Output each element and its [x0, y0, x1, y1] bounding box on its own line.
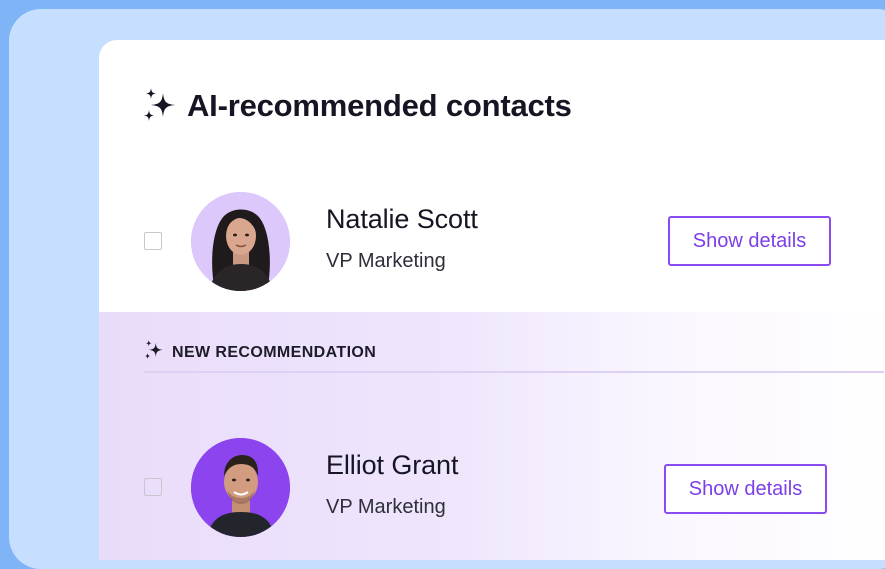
recommendation-label-text: NEW RECOMMENDATION: [172, 344, 377, 361]
avatar: [191, 438, 290, 537]
show-details-button[interactable]: Show details: [664, 464, 827, 514]
show-details-button[interactable]: Show details: [668, 216, 831, 266]
contact-role: VP Marketing: [326, 250, 446, 272]
contacts-card: AI-recommended contacts Natalie Scott VP…: [99, 40, 885, 560]
contact-name: Elliot Grant: [326, 450, 459, 480]
new-recommendation-section: NEW RECOMMENDATION Elliot Grant VP Marke…: [99, 312, 885, 560]
contact-row: Elliot Grant VP Marketing Show details: [99, 390, 885, 537]
avatar: [191, 192, 290, 291]
contact-select-checkbox[interactable]: [144, 478, 162, 496]
contact-row: Natalie Scott VP Marketing Show details: [99, 190, 885, 300]
sparkle-icon: [144, 340, 164, 366]
card-title: AI-recommended contacts: [187, 88, 572, 123]
recommendation-label: NEW RECOMMENDATION: [144, 340, 376, 366]
card-header: AI-recommended contacts: [143, 88, 572, 124]
sparkle-icon: [143, 88, 177, 124]
divider: [144, 371, 884, 373]
contact-name: Natalie Scott: [326, 204, 478, 234]
contact-select-checkbox[interactable]: [144, 232, 162, 250]
contact-role: VP Marketing: [326, 496, 446, 518]
